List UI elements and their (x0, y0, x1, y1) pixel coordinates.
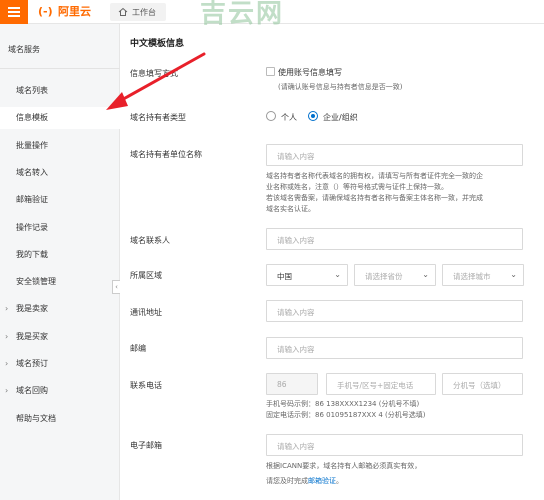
chevron-right-icon: › (5, 332, 9, 341)
workbench-button[interactable]: 工作台 (110, 3, 166, 21)
sidebar-title: 域名服务 (8, 45, 40, 54)
chevron-down-icon: ⌄ (334, 270, 341, 279)
email-help-2-suffix: 。 (336, 477, 343, 485)
sidebar-item-label: 我是卖家 (16, 304, 48, 313)
chevron-right-icon: › (5, 304, 9, 313)
workbench-label: 工作台 (132, 8, 156, 17)
holder-type-personal-label: 个人 (281, 113, 297, 122)
use-account-info-checkbox[interactable] (266, 67, 275, 76)
email-help-2-prefix: 请您及时完成 (266, 477, 308, 485)
sidebar-item-label: 操作记录 (16, 223, 48, 232)
province-placeholder: 请选择省份 (365, 272, 403, 281)
postcode-label: 邮编 (130, 344, 146, 353)
email-help-1: 根据ICANN要求，域名持有人邮箱必须真实有效， (266, 462, 422, 470)
sidebar-item[interactable]: 域名转入 (0, 162, 120, 184)
phone-number-input[interactable]: 手机号/区号+固定电话 (326, 373, 436, 395)
contact-label: 域名联系人 (130, 236, 170, 245)
sidebar-item[interactable]: 我的下载 (0, 244, 120, 266)
org-name-help-1: 域名持有者名称代表域名的拥有权，请填写与所有者证件完全一致的企 (266, 172, 483, 180)
contact-placeholder: 请输入内容 (277, 236, 315, 245)
phone-extension-input[interactable]: 分机号（选填） (442, 373, 523, 395)
contact-input[interactable]: 请输入内容 (266, 228, 523, 250)
phone-country-code: 86 (277, 380, 287, 389)
sidebar-item[interactable]: 批量操作 (0, 135, 120, 157)
sidebar-item-label: 域名预订 (16, 359, 48, 368)
phone-extension-placeholder: 分机号（选填） (453, 381, 506, 390)
postcode-placeholder: 请输入内容 (277, 345, 315, 354)
phone-number-placeholder: 手机号/区号+固定电话 (337, 381, 414, 390)
sidebar-item[interactable]: 邮箱验证 (0, 189, 120, 211)
org-name-help-2: 业名称或姓名，注意（）等符号格式需与证件上保持一致。 (266, 183, 448, 191)
address-input[interactable]: 请输入内容 (266, 300, 523, 322)
phone-example-mobile: 手机号码示例：86 138XXXX1234 (分机号不填) (266, 400, 420, 408)
org-name-help-4: 域名实名认证。 (266, 205, 315, 213)
address-placeholder: 请输入内容 (277, 308, 315, 317)
chevron-down-icon: ⌄ (510, 270, 517, 279)
org-name-placeholder: 请输入内容 (277, 152, 315, 161)
sidebar-item-label: 帮助与文档 (16, 414, 56, 423)
sidebar-item-label: 域名转入 (16, 168, 48, 177)
sidebar-item-label: 批量操作 (16, 141, 48, 150)
aliyun-logo-text: 阿里云 (58, 5, 91, 18)
sidebar-item[interactable]: 安全锁管理 (0, 271, 120, 293)
sidebar-item-label: 信息模板 (16, 113, 48, 122)
chevron-right-icon: › (5, 359, 9, 368)
section-title: 中文模板信息 (130, 39, 185, 49)
info-fill-hint: (请确认账号信息与持有者信息是否一致) (278, 83, 403, 91)
sidebar-collapse-handle[interactable]: ‹ (112, 280, 120, 294)
city-placeholder: 请选择城市 (453, 272, 491, 281)
use-account-info-label: 使用账号信息填写 (278, 68, 342, 77)
email-verify-link[interactable]: 邮箱验证 (308, 477, 336, 485)
sidebar-item[interactable]: 操作记录 (0, 217, 120, 239)
sidebar-item-label: 我是买家 (16, 332, 48, 341)
country-select[interactable]: 中国 ⌄ (266, 264, 348, 286)
holder-type-company-label: 企业/组织 (323, 113, 358, 122)
phone-country-code-input: 86 (266, 373, 318, 395)
annotation-arrow (106, 52, 206, 110)
sidebar-item-label: 邮箱验证 (16, 195, 48, 204)
address-label: 通讯地址 (130, 308, 162, 317)
aliyun-logo-mark: (-) (38, 5, 53, 18)
city-select[interactable]: 请选择城市 ⌄ (442, 264, 524, 286)
org-name-help-3: 若该域名需备案，请确保域名持有者名称与备案主体名称一致，并完成 (266, 194, 483, 202)
menu-icon[interactable] (0, 0, 28, 24)
holder-type-personal-radio[interactable] (266, 111, 276, 121)
sidebar-item-label: 域名列表 (16, 86, 48, 95)
email-label: 电子邮箱 (130, 441, 162, 450)
phone-example-fixed: 固定电话示例：86 01095187XXX 4 (分机号选填) (266, 411, 426, 419)
holder-type-company-radio[interactable] (308, 111, 318, 121)
sidebar-item[interactable]: 帮助与文档 (0, 408, 120, 430)
top-bar: (-) 阿里云 工作台 吉云网 (0, 0, 544, 28)
email-input[interactable]: 请输入内容 (266, 434, 523, 456)
phone-label: 联系电话 (130, 381, 162, 390)
sidebar-item-label: 安全锁管理 (16, 277, 56, 286)
home-icon (118, 7, 128, 16)
sidebar-item[interactable]: › 我是卖家 (0, 298, 120, 320)
email-help-2: 请您及时完成邮箱验证。 (266, 476, 343, 487)
email-placeholder: 请输入内容 (277, 442, 315, 451)
org-name-label: 域名持有者单位名称 (130, 150, 202, 159)
chevron-down-icon: ⌄ (422, 270, 429, 279)
province-select[interactable]: 请选择省份 ⌄ (354, 264, 436, 286)
sidebar-item-label: 我的下载 (16, 250, 48, 259)
region-label: 所属区域 (130, 271, 162, 280)
sidebar-item[interactable]: › 域名预订 (0, 353, 120, 375)
org-name-input[interactable]: 请输入内容 (266, 144, 523, 166)
sidebar-item[interactable]: › 我是买家 (0, 326, 120, 348)
chevron-right-icon: › (5, 386, 9, 395)
sidebar-item[interactable]: › 域名回购 (0, 380, 120, 402)
postcode-input[interactable]: 请输入内容 (266, 337, 523, 359)
sidebar-item-label: 域名回购 (16, 386, 48, 395)
country-value: 中国 (277, 272, 292, 281)
